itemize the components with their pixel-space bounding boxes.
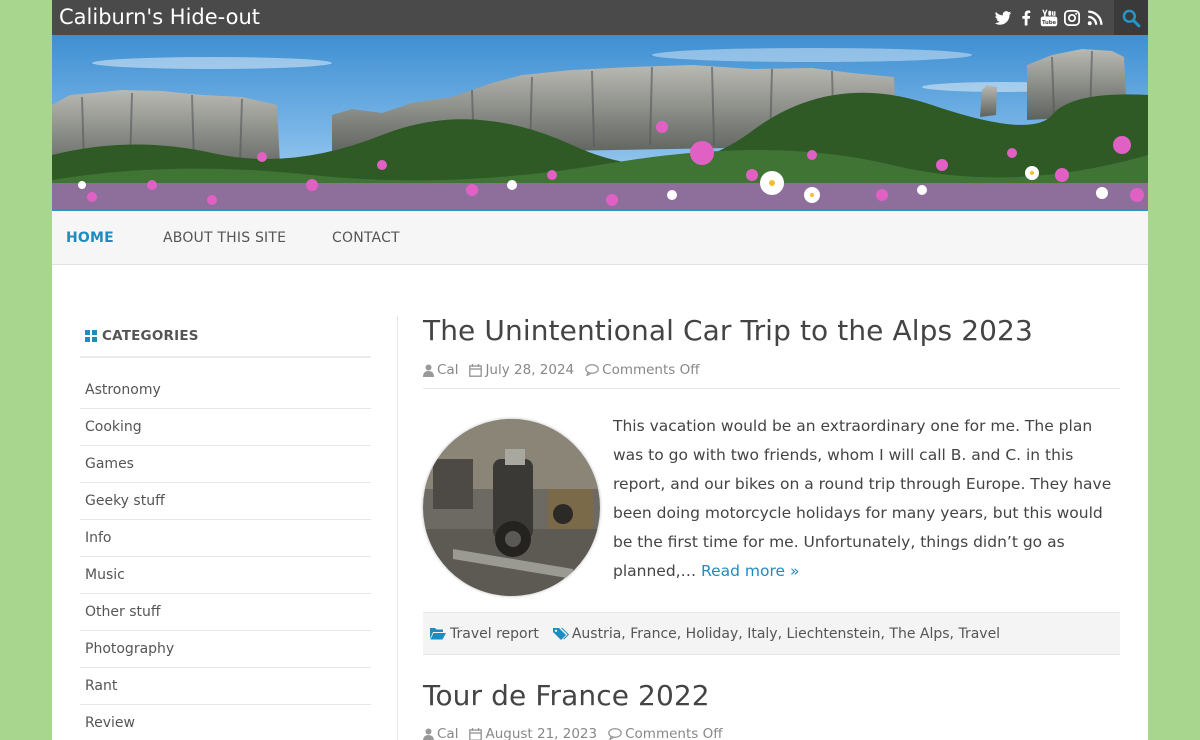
category-item: Geeky stuff — [80, 483, 371, 520]
category-link[interactable]: Cooking — [85, 419, 142, 435]
post-category: Travel report — [430, 626, 539, 642]
category-link[interactable]: Other stuff — [85, 604, 161, 620]
post-thumbnail[interactable] — [423, 419, 600, 596]
category-item: Rant — [80, 668, 371, 705]
category-item: Info — [80, 520, 371, 557]
post-title[interactable]: The Unintentional Car Trip to the Alps 2… — [423, 314, 1033, 347]
search-button[interactable] — [1114, 0, 1148, 35]
tag-link[interactable]: The Alps — [889, 626, 949, 642]
twitter-icon[interactable] — [994, 9, 1012, 27]
category-link[interactable]: Review — [85, 715, 135, 731]
comment-icon — [585, 364, 599, 376]
category-item: Astronomy — [80, 372, 371, 409]
post-title[interactable]: Tour de France 2022 — [423, 679, 710, 712]
instagram-icon[interactable] — [1063, 9, 1081, 27]
post-date[interactable]: August 21, 2023 — [469, 726, 597, 740]
category-link[interactable]: Games — [85, 456, 134, 472]
comment-icon — [608, 728, 622, 740]
tag-link[interactable]: Italy — [747, 626, 777, 642]
post-comments[interactable]: Comments Off — [608, 726, 723, 740]
nav-home[interactable]: HOME — [66, 230, 114, 246]
meta-divider — [423, 388, 1120, 389]
categories-header: CATEGORIES — [80, 316, 371, 358]
categories-title: CATEGORIES — [102, 328, 199, 344]
author-name: Cal — [437, 726, 459, 740]
social-links: Tube — [994, 0, 1104, 35]
post-date-text: August 21, 2023 — [485, 726, 598, 740]
user-icon — [423, 364, 434, 377]
category-link[interactable]: Music — [85, 567, 125, 583]
post-tags: Austria, France, Holiday, Italy, Liechte… — [552, 626, 1000, 642]
tags-icon — [552, 627, 569, 640]
post-date[interactable]: July 28, 2024 — [469, 362, 574, 378]
nav-contact[interactable]: CONTACT — [332, 230, 400, 246]
category-item: Cooking — [80, 409, 371, 446]
header-banner-image — [52, 35, 1148, 209]
user-icon — [423, 728, 434, 740]
page: Caliburn's Hide-out Tube HOME ABOUT THIS… — [52, 0, 1148, 740]
post-footer: Travel report Austria, France, Holiday, … — [423, 612, 1120, 655]
read-more-link[interactable]: Read more » — [701, 562, 799, 580]
post-author[interactable]: Cal — [423, 362, 458, 378]
svg-text:Tube: Tube — [1042, 20, 1057, 26]
category-link[interactable]: Info — [85, 530, 112, 546]
sidebar: CATEGORIES Astronomy Cooking Games Geeky… — [80, 316, 371, 740]
category-link[interactable]: Photography — [85, 641, 174, 657]
grid-icon — [85, 330, 97, 342]
category-item: Games — [80, 446, 371, 483]
post-meta: Cal August 21, 2023 Comments Off — [423, 726, 734, 740]
folder-open-icon — [430, 628, 446, 640]
category-link[interactable]: Astronomy — [85, 382, 161, 398]
post-excerpt: This vacation would be an extraordinary … — [613, 412, 1123, 586]
tag-link[interactable]: Austria — [572, 626, 621, 642]
calendar-icon — [469, 727, 483, 740]
nav-about[interactable]: ABOUT THIS SITE — [163, 230, 286, 246]
post-comments[interactable]: Comments Off — [585, 362, 700, 378]
author-name: Cal — [437, 362, 459, 378]
tag-link[interactable]: Liechtenstein — [786, 626, 880, 642]
comments-text: Comments Off — [625, 726, 723, 740]
facebook-icon[interactable] — [1017, 9, 1035, 27]
category-link[interactable]: Travel report — [450, 626, 539, 642]
post-meta: Cal July 28, 2024 Comments Off — [423, 362, 711, 378]
tag-link[interactable]: Holiday — [686, 626, 739, 642]
category-item: Photography — [80, 631, 371, 668]
search-icon — [1122, 9, 1141, 27]
rss-icon[interactable] — [1086, 9, 1104, 27]
category-link[interactable]: Geeky stuff — [85, 493, 165, 509]
main-nav: HOME ABOUT THIS SITE CONTACT — [52, 211, 1148, 265]
category-link[interactable]: Rant — [85, 678, 117, 694]
comments-text: Comments Off — [602, 362, 700, 378]
category-list: Astronomy Cooking Games Geeky stuff Info… — [80, 372, 371, 740]
category-item: Other stuff — [80, 594, 371, 631]
post-date-text: July 28, 2024 — [485, 362, 575, 378]
post-author[interactable]: Cal — [423, 726, 458, 740]
youtube-icon[interactable]: Tube — [1040, 9, 1058, 27]
calendar-icon — [469, 363, 483, 377]
top-bar: Caliburn's Hide-out Tube — [52, 0, 1148, 35]
tag-link[interactable]: France — [630, 626, 677, 642]
category-item: Review — [80, 705, 371, 740]
post-excerpt-text: This vacation would be an extraordinary … — [613, 417, 1112, 580]
site-title[interactable]: Caliburn's Hide-out — [59, 4, 260, 30]
category-item: Music — [80, 557, 371, 594]
tag-link[interactable]: Travel — [958, 626, 1000, 642]
content-divider — [397, 316, 398, 740]
